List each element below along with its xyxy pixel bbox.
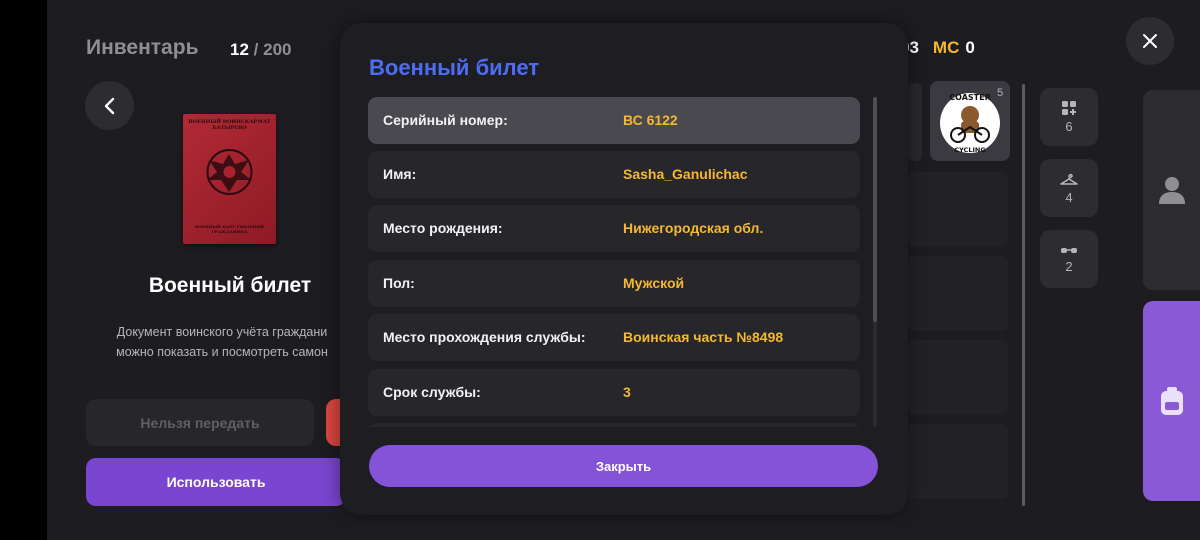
inventory-slot[interactable] [908,83,922,161]
glasses-icon [1061,247,1077,253]
info-label: Срок службы: [383,384,481,400]
ms-label: MC [932,38,960,57]
inventory-slot[interactable] [908,256,1008,331]
info-label: Место прохождения службы: [383,329,586,345]
info-value: Нижегородская обл. [623,220,764,236]
inventory-count: 12 / 200 [230,40,292,60]
info-value: ВС 6122 [623,112,678,128]
military-id-dialog: Военный билет Серийный номер: ВС 6122 Им… [340,23,908,515]
currency-display: 03 MC 0 [900,38,975,58]
info-label: Имя: [383,166,417,182]
info-list[interactable]: Серийный номер: ВС 6122 Имя: Sasha_Ganul… [368,97,860,427]
inventory-title: Инвентарь [86,36,199,59]
use-button[interactable]: Использовать [86,458,346,506]
category-button-accessories[interactable]: 2 [1040,230,1098,288]
close-inventory-button[interactable] [1126,17,1174,65]
info-value: Воинская часть №8498 [623,329,784,345]
sticker-slot-count: 5 [997,87,1004,99]
eagle-emblem-icon [206,149,253,195]
dialog-scrollbar[interactable] [873,97,877,427]
info-row-partial [368,423,860,427]
info-row-name: Имя: Sasha_Ganulichac [368,151,860,198]
grid-icon [1062,100,1076,115]
inventory-count-max: 200 [263,40,292,59]
item-description-line-2: можно показать и посмотреть самон [116,345,328,359]
info-value: Мужской [623,275,685,291]
close-dialog-button[interactable]: Закрыть [369,445,878,487]
chevron-left-icon [104,97,114,114]
info-row-birthplace: Место рождения: Нижегородская обл. [368,205,860,252]
hanger-icon [1060,173,1078,185]
profile-tab[interactable] [1143,90,1200,290]
inventory-count-separator: / [253,40,259,59]
inventory-tab[interactable] [1143,301,1200,501]
info-row-serial: Серийный номер: ВС 6122 [368,97,860,144]
dialog-title: Военный билет [369,55,540,80]
dialog-scrollbar-thumb[interactable] [873,97,877,322]
info-row-service-place: Место прохождения службы: Воинская часть… [368,314,860,361]
passport-bottom-text: ВОЕННЫЙ КАРТ СВЯТЕНИЙ ГРАЖДАНИНА [194,224,265,234]
no-transfer-button[interactable]: Нельзя передать [86,399,314,446]
military-id-image: ВОЕННЫЙ ВОИНСКАРМАТ БАТЫРЕВО ВОЕННЫЙ КАР… [183,114,276,244]
inventory-slot[interactable] [908,424,1008,499]
info-row-service-term: Срок службы: 3 [368,369,860,416]
info-value: 3 [623,384,631,400]
inventory-slot[interactable] [908,340,1008,415]
close-icon [1143,34,1157,48]
category-button-grid[interactable]: 6 [1040,88,1098,146]
inventory-count-current: 12 [230,40,249,59]
info-label: Пол: [383,275,415,291]
category-button-clothes[interactable]: 4 [1040,159,1098,217]
back-button[interactable] [85,81,134,130]
person-icon [1158,177,1185,204]
sticker-text-bottom: CYCLING [954,146,985,154]
info-row-gender: Пол: Мужской [368,260,860,307]
category-count: 2 [1065,258,1073,274]
passport-top-text: ВОЕННЫЙ ВОИНСКАРМАТ БАТЫРЕВО [188,119,271,131]
backpack-icon [1160,387,1183,415]
left-edge-bar [0,0,47,540]
item-description: Документ воинского учёта граждани можно … [97,322,347,362]
inventory-slot[interactable] [908,172,1008,247]
info-label: Серийный номер: [383,112,508,128]
ms-value: 0 [965,38,975,57]
sticker-text-top: COASTER [949,93,991,102]
info-value: Sasha_Ganulichac [623,166,748,182]
info-label: Место рождения: [383,220,503,236]
item-name: Военный билет [148,274,312,297]
item-description-line-1: Документ воинского учёта граждани [116,325,328,339]
category-count: 6 [1065,118,1073,134]
category-count: 4 [1065,189,1073,205]
inventory-scrollbar[interactable] [1022,84,1025,506]
